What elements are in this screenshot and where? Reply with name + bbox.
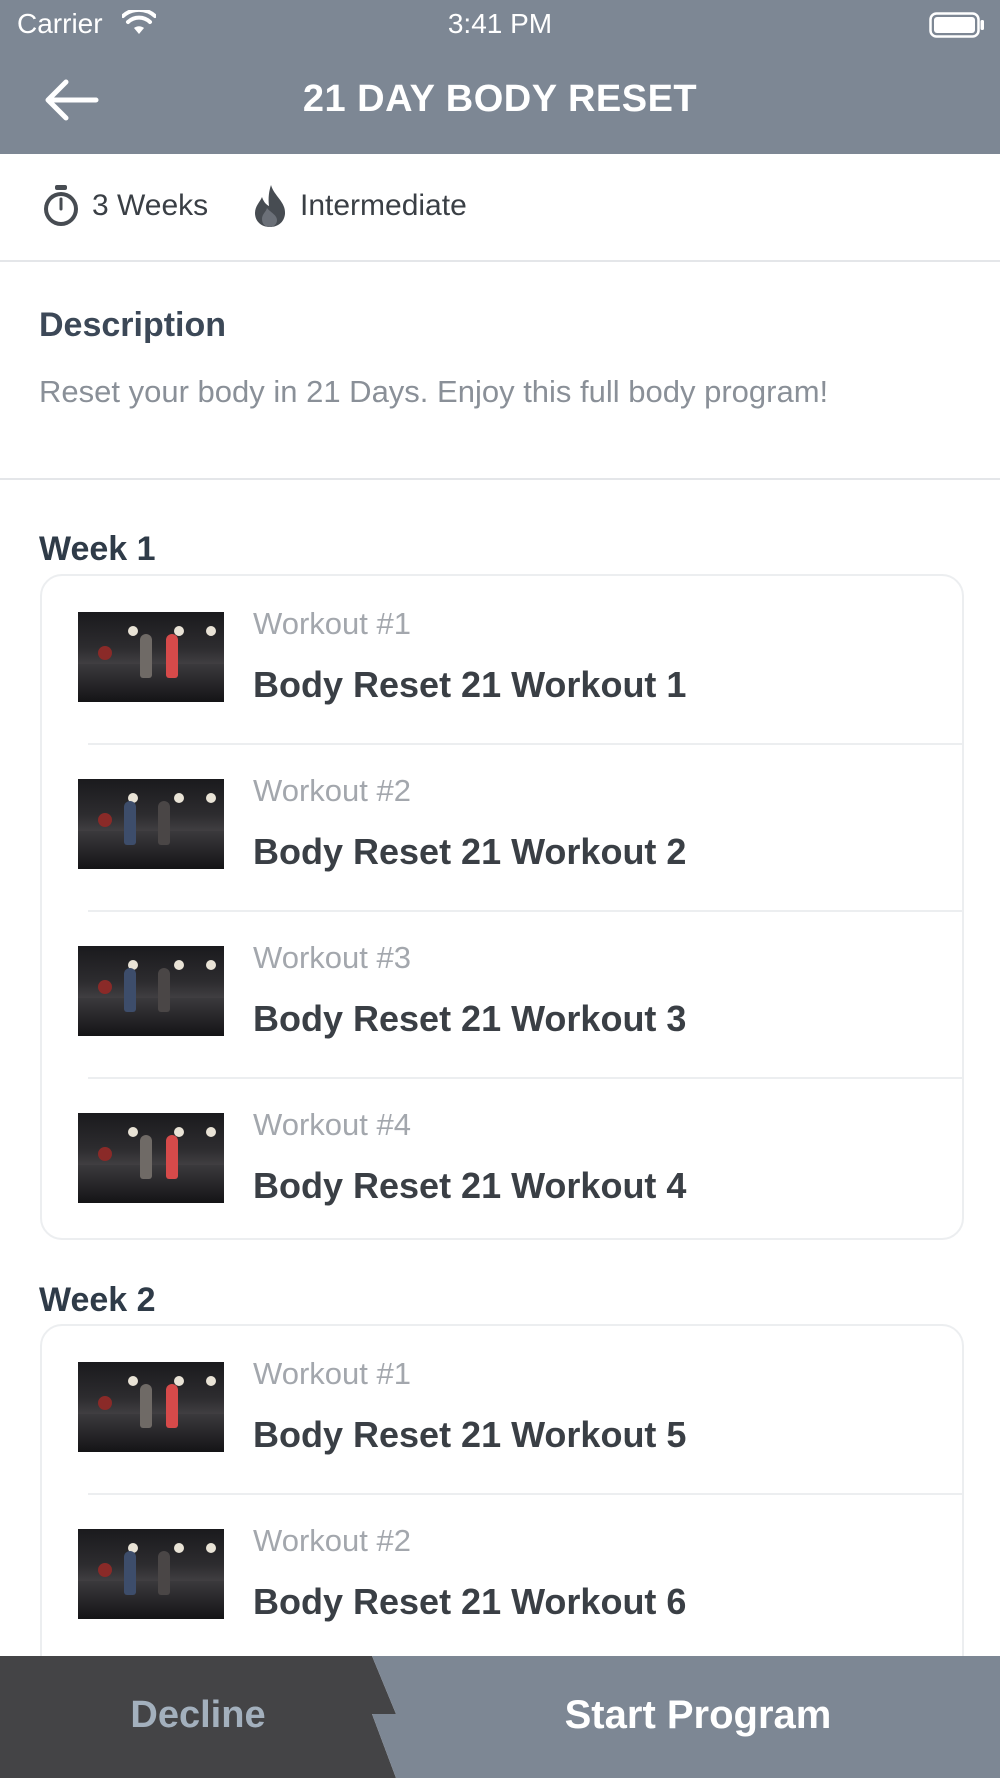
level-label: Intermediate — [300, 189, 467, 222]
workout-number: Workout #2 — [253, 773, 411, 808]
workout-title: Body Reset 21 Workout 5 — [253, 1414, 687, 1455]
week-1-card: Workout #1 Body Reset 21 Workout 1 Worko… — [40, 574, 964, 1240]
duration-label: 3 Weeks — [92, 189, 209, 222]
workout-row[interactable]: Workout #1 Body Reset 21 Workout 5 — [42, 1326, 962, 1493]
workout-number: Workout #1 — [253, 606, 411, 641]
stopwatch-icon — [44, 185, 78, 226]
status-time: 3:41 PM — [447, 8, 553, 39]
workout-thumbnail — [78, 612, 224, 702]
workout-row[interactable]: Workout #3 Body Reset 21 Workout 3 — [42, 910, 962, 1077]
workout-title: Body Reset 21 Workout 3 — [253, 998, 687, 1039]
decline-label: Decline — [130, 1694, 266, 1736]
app-header: Carrier 3:41 PM 21 DAY BODY RESET — [0, 0, 1000, 154]
workout-thumbnail — [78, 1113, 224, 1203]
decline-button[interactable]: Decline — [0, 1656, 396, 1778]
start-program-button[interactable]: Start Program — [372, 1656, 1000, 1778]
workout-title: Body Reset 21 Workout 4 — [253, 1165, 687, 1206]
workout-title: Body Reset 21 Workout 1 — [253, 664, 687, 705]
workout-title: Body Reset 21 Workout 6 — [253, 1581, 687, 1622]
workout-number: Workout #4 — [253, 1107, 411, 1142]
description-title: Description — [39, 306, 227, 344]
level-info: Intermediate — [250, 184, 467, 228]
workout-row[interactable]: Workout #1 Body Reset 21 Workout 1 — [42, 576, 962, 743]
bottom-action-bar: Decline Start Program — [0, 1656, 1000, 1778]
flame-icon — [255, 185, 286, 227]
program-meta: 3 Weeks Intermediate — [0, 154, 1000, 262]
description-text: Reset your body in 21 Days. Enjoy this f… — [39, 374, 829, 409]
battery-icon — [929, 12, 984, 38]
description-section: Description Reset your body in 21 Days. … — [0, 262, 1000, 480]
workout-number: Workout #1 — [253, 1356, 411, 1391]
workout-title: Body Reset 21 Workout 2 — [253, 831, 687, 872]
workout-number: Workout #2 — [253, 1523, 411, 1558]
workout-number: Workout #3 — [253, 940, 411, 975]
workout-thumbnail — [78, 1529, 224, 1619]
workout-row[interactable]: Workout #2 Body Reset 21 Workout 6 — [42, 1493, 962, 1660]
workout-row[interactable]: Workout #2 Body Reset 21 Workout 2 — [42, 743, 962, 910]
page-title: 21 DAY BODY RESET — [302, 78, 698, 120]
workout-thumbnail — [78, 1362, 224, 1452]
workout-row[interactable]: Workout #4 Body Reset 21 Workout 4 — [42, 1077, 962, 1238]
duration-info: 3 Weeks — [40, 184, 208, 228]
start-program-label: Start Program — [564, 1693, 832, 1737]
workout-thumbnail — [78, 779, 224, 869]
week-1-title: Week 1 — [39, 530, 156, 568]
workout-thumbnail — [78, 946, 224, 1036]
week-2-title: Week 2 — [39, 1281, 156, 1319]
status-bar: Carrier 3:41 PM — [0, 0, 1000, 50]
